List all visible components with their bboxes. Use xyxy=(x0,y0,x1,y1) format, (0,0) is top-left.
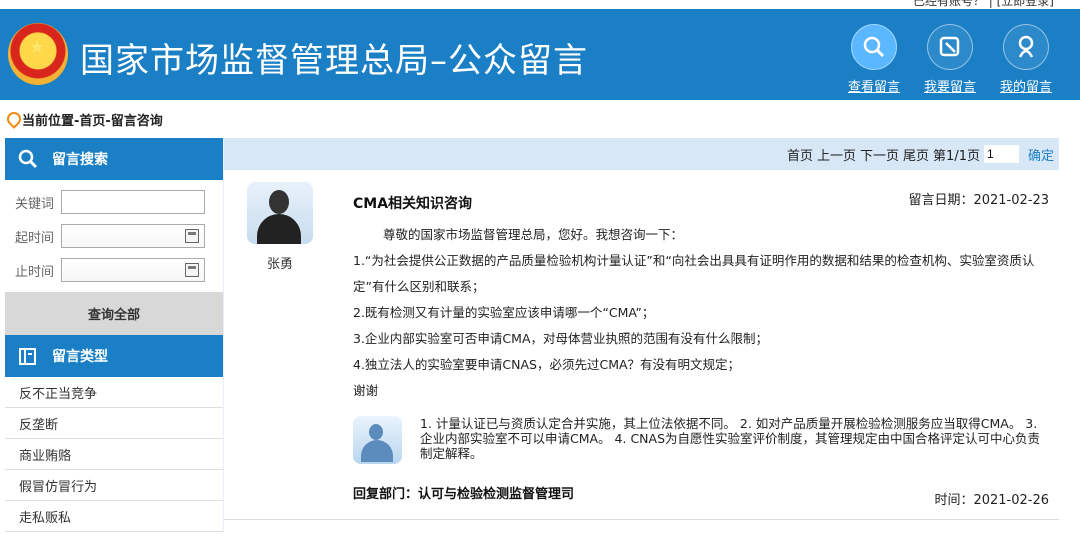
search-icon xyxy=(18,149,40,169)
prev-page-link[interactable]: 上一页 xyxy=(817,145,856,164)
breadcrumb-text: 当前位置-首页-留言咨询 xyxy=(22,113,163,129)
search-panel-header: 留言搜索 xyxy=(5,138,223,180)
reply-text: 1. 计量认证已与资质认定合并实施，其上位法依据不同。 2. 如对产品质量开展检… xyxy=(420,416,1041,461)
search-icon xyxy=(851,24,897,70)
category-panel-header: 留言类型 xyxy=(5,335,223,377)
category-panel-title: 留言类型 xyxy=(52,349,108,365)
category-item[interactable]: 反垄断 xyxy=(5,408,223,439)
sidebar: 留言搜索 关键词 起时间 止时间 查询全部 留言类型 反不正当竞争 反垄断 商业… xyxy=(5,138,223,532)
search-form: 关键词 起时间 止时间 xyxy=(5,180,223,282)
message-paragraph: 尊敬的国家市场监督管理总局，您好。我想咨询一下： xyxy=(383,227,684,242)
start-date-row: 起时间 xyxy=(15,224,210,248)
top-login-links[interactable]: 已经有账号？ | [立即登录] xyxy=(913,0,1054,9)
query-all-button[interactable]: 查询全部 xyxy=(5,292,223,335)
post-message-button[interactable]: 我要留言 xyxy=(924,24,976,95)
message-paragraph: 1.“为社会提供公正数据的产品质量检验机构计量认证”和“向社会出具具有证明作用的… xyxy=(353,253,1035,294)
category-list: 反不正当竞争 反垄断 商业贿赂 假冒仿冒行为 走私贩私 xyxy=(5,377,223,532)
national-emblem-icon: ★ xyxy=(8,23,68,85)
site-title: 国家市场监督管理总局–公众留言 xyxy=(80,41,588,81)
message-paragraph: 2.既有检测又有计量的实验室应该申请哪一个“CMA”； xyxy=(353,305,655,320)
start-date-input[interactable] xyxy=(61,224,205,248)
next-page-link[interactable]: 下一页 xyxy=(860,145,899,164)
message-content: 尊敬的国家市场监督管理总局，您好。我想咨询一下： 1.“为社会提供公正数据的产品… xyxy=(353,222,1063,404)
location-pin-icon xyxy=(6,112,18,126)
pager: 首页 上一页 下一页 尾页 第1/1页 确定 xyxy=(224,138,1059,170)
reply-block: 1. 计量认证已与资质认定合并实施，其上位法依据不同。 2. 如对产品质量开展检… xyxy=(353,416,1049,464)
message-body: CMA相关知识咨询 尊敬的国家市场监督管理总局，您好。我想咨询一下： 1.“为社… xyxy=(353,193,1049,502)
view-messages-label: 查看留言 xyxy=(848,80,901,95)
message-user: 张勇 xyxy=(247,182,313,272)
header-nav: 查看留言 我要留言 我的留言 xyxy=(848,24,1052,95)
message-paragraph: 谢谢 xyxy=(353,383,379,398)
search-panel-title: 留言搜索 xyxy=(52,152,108,168)
user-icon xyxy=(1003,24,1049,70)
keyword-input[interactable] xyxy=(61,190,205,214)
page-layout: 留言搜索 关键词 起时间 止时间 查询全部 留言类型 反不正当竞争 反垄断 商业… xyxy=(0,138,1080,532)
compose-icon xyxy=(927,24,973,70)
top-strip: 已经有账号？ | [立即登录] xyxy=(0,0,1080,9)
end-date-row: 止时间 xyxy=(15,258,210,282)
last-page-link[interactable]: 尾页 xyxy=(903,145,929,164)
end-date-label: 止时间 xyxy=(15,264,55,280)
user-avatar-icon xyxy=(247,182,313,244)
category-item[interactable]: 走私贩私 xyxy=(5,501,223,532)
breadcrumb: 当前位置-首页-留言咨询 xyxy=(0,100,1080,138)
reply-time: 时间：2021-02-26 xyxy=(934,493,1049,508)
post-message-label: 我要留言 xyxy=(924,80,977,95)
keyword-row: 关键词 xyxy=(15,190,210,214)
page-info: 第1/1页 xyxy=(933,148,980,164)
message-card: 张勇 留言日期：2021-02-23 CMA相关知识咨询 尊敬的国家市场监督管理… xyxy=(224,170,1059,520)
username: 张勇 xyxy=(266,257,293,272)
site-header: ★ 国家市场监督管理总局–公众留言 查看留言 我要留言 我的留言 xyxy=(0,9,1080,100)
calendar-icon[interactable] xyxy=(185,229,199,243)
page-number-input[interactable] xyxy=(983,145,1019,163)
main-content: 首页 上一页 下一页 尾页 第1/1页 确定 张勇 留言日期：2021-02-2… xyxy=(223,138,1059,532)
calendar-icon[interactable] xyxy=(185,263,199,277)
my-messages-label: 我的留言 xyxy=(1000,80,1053,95)
first-page-link[interactable]: 首页 xyxy=(787,145,813,164)
start-date-label: 起时间 xyxy=(15,230,55,246)
keyword-label: 关键词 xyxy=(15,196,55,212)
page-confirm-button[interactable]: 确定 xyxy=(1028,145,1054,164)
category-item[interactable]: 假冒仿冒行为 xyxy=(5,470,223,501)
my-messages-button[interactable]: 我的留言 xyxy=(1000,24,1052,95)
category-item[interactable]: 商业贿赂 xyxy=(5,439,223,470)
view-messages-button[interactable]: 查看留言 xyxy=(848,24,900,95)
reply-avatar-icon xyxy=(353,416,402,464)
book-icon xyxy=(18,347,40,366)
message-date: 留言日期：2021-02-23 xyxy=(908,193,1049,208)
category-item[interactable]: 反不正当竞争 xyxy=(5,377,223,408)
message-paragraph: 3.企业内部实验室可否申请CMA，对母体营业执照的范围有没有什么限制； xyxy=(353,331,768,346)
end-date-input[interactable] xyxy=(61,258,205,282)
message-paragraph: 4.独立法人的实验室要申请CNAS，必须先过CMA？有没有明文规定； xyxy=(353,357,741,372)
